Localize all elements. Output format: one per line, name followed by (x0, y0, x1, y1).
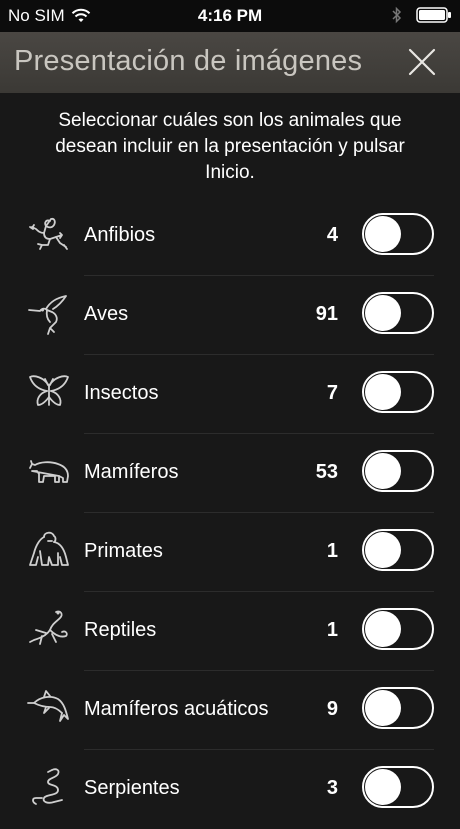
category-count: 1 (326, 619, 338, 641)
status-bar: No SIM 4:16 PM (0, 0, 460, 32)
list-item: Aves 91 (0, 276, 460, 355)
bluetooth-icon (392, 6, 402, 24)
category-count: 91 (315, 303, 338, 325)
toggle-primates[interactable] (362, 529, 434, 571)
toggle-reptiles[interactable] (362, 608, 434, 650)
category-count: 1 (326, 540, 338, 562)
category-label: Insectos (84, 382, 159, 404)
list-item: Reptiles 1 (0, 592, 460, 671)
hummingbird-icon (28, 295, 67, 335)
header-bar: Presentación de imágenes (0, 32, 460, 93)
category-list: Anfibios 4 Aves 91 Insectos 7 Mamíferos … (0, 197, 460, 829)
category-label: Serpientes (84, 777, 180, 799)
category-count: 7 (326, 382, 338, 404)
category-label: Mamíferos (84, 461, 179, 483)
toggle-mamiferos-acuaticos[interactable] (362, 687, 434, 729)
toggle-knob (365, 611, 401, 647)
toggle-aves[interactable] (362, 292, 434, 334)
category-label: Mamíferos acuáticos (84, 698, 269, 720)
dolphin-icon (27, 690, 69, 722)
toggle-knob (365, 216, 401, 252)
toggle-anfibios[interactable] (362, 213, 434, 255)
gorilla-icon (29, 531, 69, 566)
toggle-knob (365, 690, 401, 726)
butterfly-icon (29, 375, 69, 406)
battery-icon (416, 7, 451, 23)
toggle-serpientes[interactable] (362, 766, 434, 808)
status-time: 4:16 PM (197, 6, 263, 25)
list-item: Primates 1 (0, 513, 460, 592)
lizard-icon (29, 610, 68, 645)
toggle-knob (365, 532, 401, 568)
category-label: Aves (84, 303, 129, 325)
toggle-knob (365, 374, 401, 410)
page-title: Presentación de imágenes (14, 45, 363, 77)
category-label: Reptiles (84, 619, 157, 641)
toggle-mamiferos[interactable] (362, 450, 434, 492)
category-count: 4 (326, 224, 338, 246)
list-item: Serpientes 3 (0, 750, 460, 829)
toggle-knob (365, 453, 401, 489)
list-item: Insectos 7 (0, 355, 460, 434)
snake-icon (32, 768, 63, 805)
bear-icon (29, 460, 69, 483)
toggle-knob (365, 295, 401, 331)
toggle-knob (365, 769, 401, 805)
toggle-insectos[interactable] (362, 371, 434, 413)
category-count: 53 (315, 461, 338, 483)
instructions-text: Seleccionar cuáles son los animales que … (55, 110, 405, 183)
status-right (392, 6, 452, 24)
category-label: Anfibios (84, 224, 156, 246)
list-item: Anfibios 4 (0, 197, 460, 276)
list-item: Mamíferos acuáticos 9 (0, 671, 460, 750)
list-item: Mamíferos 53 (0, 434, 460, 513)
category-label: Primates (84, 540, 163, 562)
category-count: 3 (326, 777, 338, 799)
frog-icon (29, 217, 68, 250)
category-count: 9 (326, 698, 338, 720)
close-icon[interactable] (406, 46, 438, 78)
